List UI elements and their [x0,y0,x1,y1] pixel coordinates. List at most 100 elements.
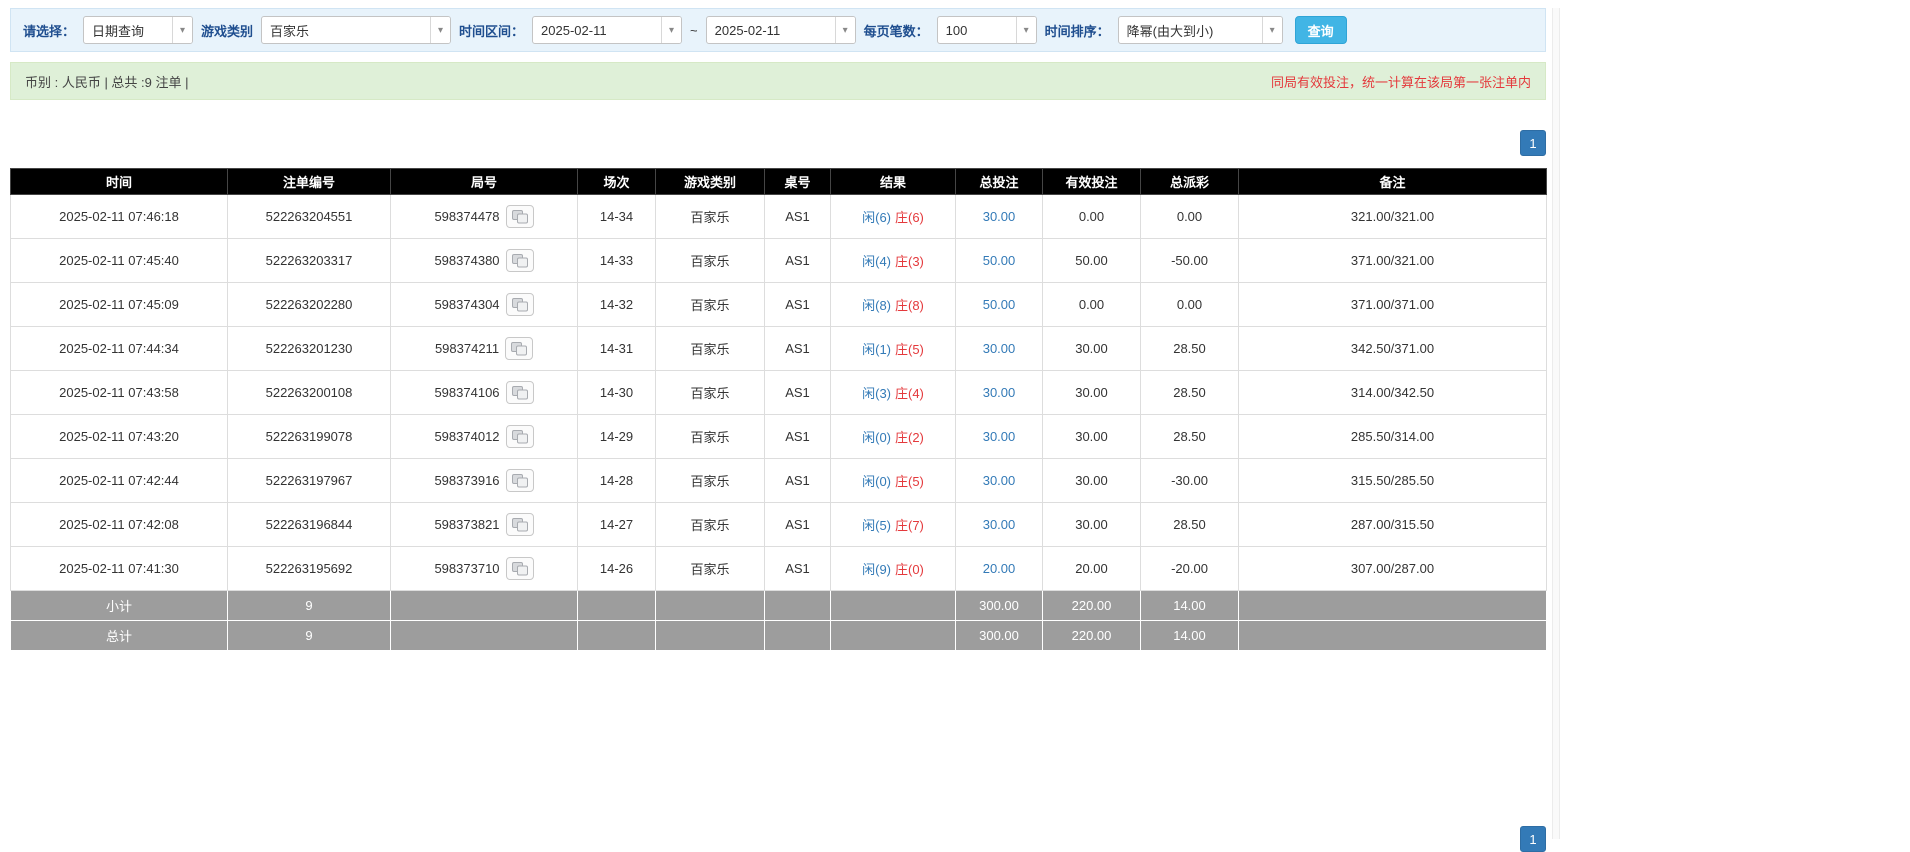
cell-round: 598373710 [390,546,578,591]
cell-valid-bet: 50.00 [1042,238,1141,283]
sort-select[interactable]: 降幂(由大到小) ▾ [1117,16,1283,44]
chevron-down-icon: ▾ [1015,17,1036,43]
total-bet-link[interactable]: 30.00 [983,341,1016,356]
total-cell-2: 9 [227,620,391,651]
player-result: 闲(3) [862,386,891,401]
table-row: 2025-02-11 07:45:40 522263203317 598374380… [10,238,1547,283]
cell-valid-bet: 0.00 [1042,282,1141,327]
search-button[interactable]: 查询 [1294,16,1347,44]
total-bet-link[interactable]: 50.00 [983,297,1016,312]
bets-table: 时间 注单编号 局号 场次 游戏类别 桌号 结果 总投注 有效投注 总派彩 备注 2025-02-1… [10,168,1547,651]
subtotal-cell-9: 220.00 [1042,590,1141,621]
cell-valid-bet: 30.00 [1042,326,1141,371]
total-bet-link[interactable]: 30.00 [983,385,1016,400]
view-cards-button[interactable] [505,469,534,492]
cell-bet-id: 522263196844 [227,502,391,547]
view-cards-button[interactable] [505,249,534,272]
cell-table-no: AS1 [764,458,831,503]
cell-time: 2025-02-11 07:44:34 [10,326,228,371]
table-header-row: 时间 注单编号 局号 场次 游戏类别 桌号 结果 总投注 有效投注 总派彩 备注 [10,168,1547,195]
view-cards-button[interactable] [505,337,534,360]
scrollbar-track[interactable] [1552,8,1560,839]
player-result: 闲(1) [862,342,891,357]
column-header-3: 局号 [390,168,578,195]
cell-payout: -20.00 [1140,546,1239,591]
banker-result: 庄(0) [895,562,924,577]
table-row: 2025-02-11 07:43:20 522263199078 598374012… [10,414,1547,459]
table-row: 2025-02-11 07:43:58 522263200108 598374106… [10,370,1547,415]
cell-round: 598374304 [390,282,578,327]
date-to-value: 2025-02-11 [714,22,781,38]
cell-result: 闲(0) 庄(5) [830,458,956,503]
cell-valid-bet: 30.00 [1042,414,1141,459]
round-number: 598373821 [434,517,500,532]
column-header-9: 有效投注 [1042,168,1141,195]
total-bet-link[interactable]: 30.00 [983,473,1016,488]
round-number: 598373710 [434,561,500,576]
date-to-input[interactable]: 2025-02-11 ▾ [705,16,856,44]
total-cell-3 [390,620,578,651]
chevron-down-icon: ▾ [172,17,193,43]
player-result: 闲(0) [862,474,891,489]
cards-icon [511,209,528,223]
column-header-4: 场次 [577,168,656,195]
subtotal-cell-1: 小计 [10,590,228,621]
round-number: 598373916 [434,473,500,488]
cell-total-bet: 30.00 [955,502,1043,547]
cell-payout: -50.00 [1140,238,1239,283]
cell-result: 闲(4) 庄(3) [830,238,956,283]
chevron-down-icon: ▾ [1261,17,1282,43]
cards-icon [511,341,528,355]
cell-valid-bet: 30.00 [1042,458,1141,503]
subtotal-cell-3 [390,590,578,621]
view-cards-button[interactable] [505,381,534,404]
total-bet-link[interactable]: 30.00 [983,429,1016,444]
view-cards-button[interactable] [505,293,534,316]
date-from-input[interactable]: 2025-02-11 ▾ [532,16,683,44]
page-size-value: 100 [945,22,968,38]
cell-round: 598374478 [390,194,578,239]
sort-value: 降幂(由大到小) [1126,23,1214,39]
page-button-1[interactable]: 1 [1520,130,1546,156]
filter-bar: 请选择： 日期查询 ▾ 游戏类别 百家乐 ▾ 时间区间： 2025-02-11 … [10,8,1546,52]
view-cards-button[interactable] [505,513,534,536]
query-type-select[interactable]: 日期查询 ▾ [83,16,194,44]
table-row: 2025-02-11 07:45:09 522263202280 598374304… [10,282,1547,327]
range-separator: ~ [690,22,698,38]
cell-time: 2025-02-11 07:41:30 [10,546,228,591]
total-cell-9: 220.00 [1042,620,1141,651]
cell-payout: 28.50 [1140,370,1239,415]
cards-icon [511,297,528,311]
pagination-bottom: 1 [10,826,1546,852]
date-from-value: 2025-02-11 [541,22,607,38]
subtotal-cell-10: 14.00 [1140,590,1239,621]
total-bet-link[interactable]: 20.00 [983,561,1016,576]
total-bet-link[interactable]: 30.00 [983,517,1016,532]
cards-icon [511,385,528,399]
cell-total-bet: 30.00 [955,414,1043,459]
cell-bet-id: 522263204551 [227,194,391,239]
view-cards-button[interactable] [505,205,534,228]
column-header-7: 结果 [830,168,956,195]
page-button-1-bottom[interactable]: 1 [1520,826,1546,852]
total-cell-1: 总计 [10,620,228,651]
round-number: 598374012 [434,429,500,444]
cell-session: 14-26 [577,546,656,591]
cell-round: 598373916 [390,458,578,503]
table-row: 2025-02-11 07:42:08 522263196844 598373821… [10,502,1547,547]
total-bet-link[interactable]: 50.00 [983,253,1016,268]
cell-result: 闲(6) 庄(6) [830,194,956,239]
table-row: 2025-02-11 07:42:44 522263197967 598373916… [10,458,1547,503]
total-cell-7 [830,620,956,651]
view-cards-button[interactable] [505,557,534,580]
query-type-label: 请选择： [23,23,76,39]
cell-session: 14-33 [577,238,656,283]
total-bet-link[interactable]: 30.00 [983,209,1016,224]
page-size-select[interactable]: 100 ▾ [936,16,1037,44]
game-type-select[interactable]: 百家乐 ▾ [261,16,452,44]
total-cell-11 [1238,620,1547,651]
cell-session: 14-31 [577,326,656,371]
cell-remark: 285.50/314.00 [1238,414,1547,459]
view-cards-button[interactable] [505,425,534,448]
cell-result: 闲(1) 庄(5) [830,326,956,371]
